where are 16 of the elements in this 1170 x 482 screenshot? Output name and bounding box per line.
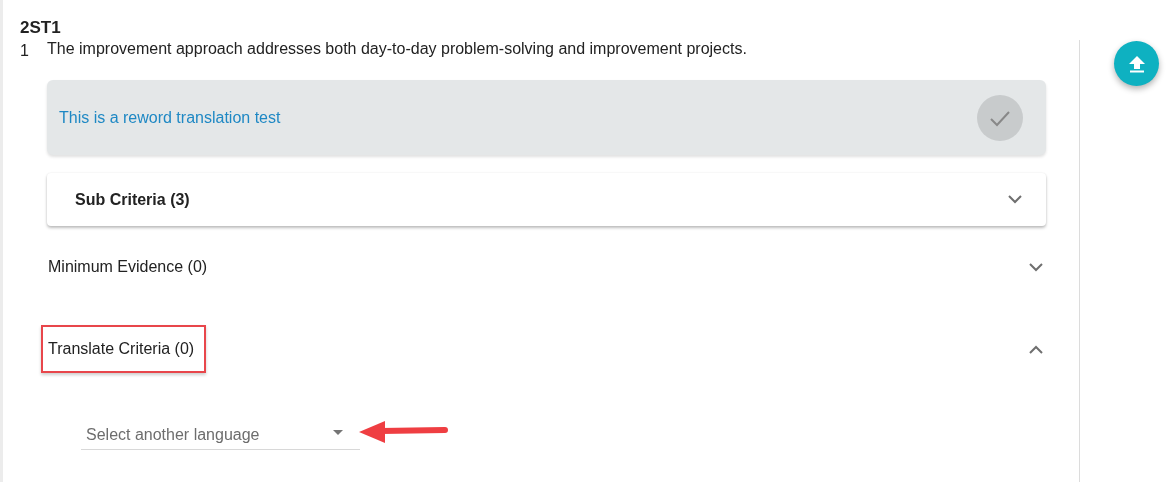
statement-text: The improvement approach addresses both day-to-day problem-solving and improvement projects. [47, 39, 747, 59]
upload-icon [1127, 54, 1146, 73]
select-field[interactable]: Select another language [81, 420, 360, 450]
section-title[interactable]: Translate Criteria (0) [48, 340, 195, 357]
chevron-down-icon[interactable] [1029, 262, 1043, 272]
section-title[interactable]: Minimum Evidence (0) [48, 258, 208, 276]
reword-text: This is a reword translation test [59, 108, 281, 127]
chevron-down-icon[interactable] [1008, 195, 1022, 204]
criterion-code: 2ST1 [20, 18, 62, 38]
upload-button[interactable] [1114, 41, 1159, 86]
section-card[interactable]: Sub Criteria (3) [47, 173, 1046, 226]
check-icon[interactable] [977, 94, 1023, 141]
section-title[interactable]: Sub Criteria (3) [75, 190, 190, 209]
dropdown-caret-icon[interactable] [333, 430, 343, 435]
statement-number: 1 [20, 41, 30, 61]
chevron-up-icon[interactable] [1029, 344, 1043, 354]
